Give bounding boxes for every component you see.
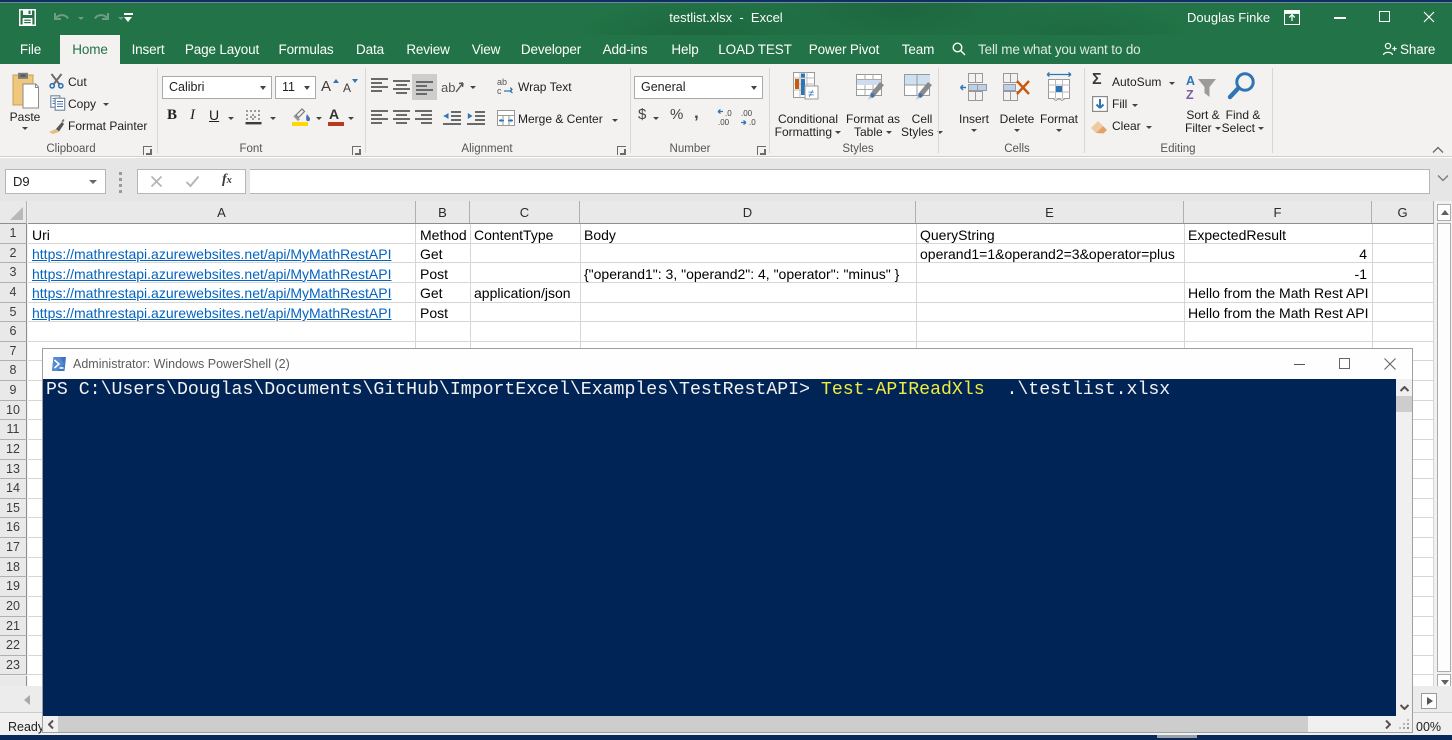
svg-text:.00: .00 (718, 118, 730, 127)
svg-text:≠: ≠ (808, 88, 814, 100)
svg-text:c: c (497, 86, 502, 95)
svg-text:.0: .0 (749, 118, 756, 127)
svg-text:Z: Z (1186, 88, 1194, 101)
svg-text:.0: .0 (725, 109, 732, 118)
svg-text:.00: .00 (741, 109, 753, 118)
svg-text:ab: ab (441, 80, 455, 95)
svg-text:A: A (1186, 74, 1195, 88)
